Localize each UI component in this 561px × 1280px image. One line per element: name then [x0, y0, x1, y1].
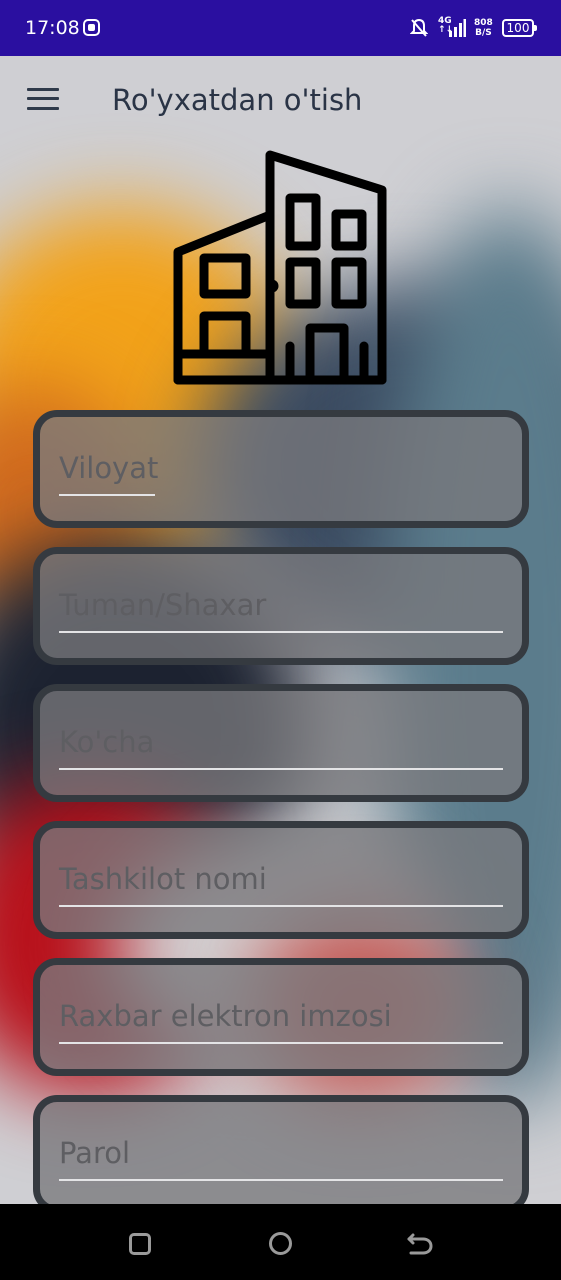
region-field-underline: [59, 494, 155, 496]
status-time: 17:08: [25, 17, 80, 39]
director-e-signature-field-underline: [59, 1042, 503, 1044]
system-nav-bar: [0, 1204, 561, 1280]
status-bar: 17:08 4G ↑↓ 808 B/S 100: [0, 0, 561, 56]
building-icon: [173, 150, 387, 385]
organization-name-placeholder: Tashkilot nomi: [59, 862, 267, 896]
page-title: Ro'yxatdan o'tish: [112, 83, 363, 117]
recents-icon[interactable]: [129, 1233, 151, 1255]
organization-name-field[interactable]: Tashkilot nomi: [33, 821, 529, 939]
street-field-underline: [59, 768, 503, 770]
street-field[interactable]: Ko'cha: [33, 684, 529, 802]
district-city-field[interactable]: Tuman/Shaxar: [33, 547, 529, 665]
hamburger-menu-icon[interactable]: [27, 88, 59, 110]
director-e-signature-placeholder: Raxbar elektron imzosi: [59, 999, 392, 1033]
home-icon[interactable]: [269, 1232, 292, 1255]
network-speed: 808 B/S: [474, 18, 493, 38]
district-city-field-underline: [59, 631, 503, 633]
street-placeholder: Ko'cha: [59, 725, 155, 759]
district-city-placeholder: Tuman/Shaxar: [59, 588, 267, 622]
password-field[interactable]: Parol: [33, 1095, 529, 1213]
region-field[interactable]: Viloyat: [33, 410, 529, 528]
password-field-underline: [59, 1179, 503, 1181]
organization-name-field-underline: [59, 905, 503, 907]
back-icon[interactable]: [405, 1230, 435, 1258]
notifications-muted-icon: [410, 18, 428, 37]
director-e-signature-field[interactable]: Raxbar elektron imzosi: [33, 958, 529, 1076]
signal-icon: [449, 19, 466, 37]
battery-icon: 100: [502, 19, 537, 37]
password-placeholder: Parol: [59, 1136, 131, 1170]
notification-app-icon: [83, 19, 100, 36]
region-placeholder: Viloyat: [59, 451, 159, 485]
